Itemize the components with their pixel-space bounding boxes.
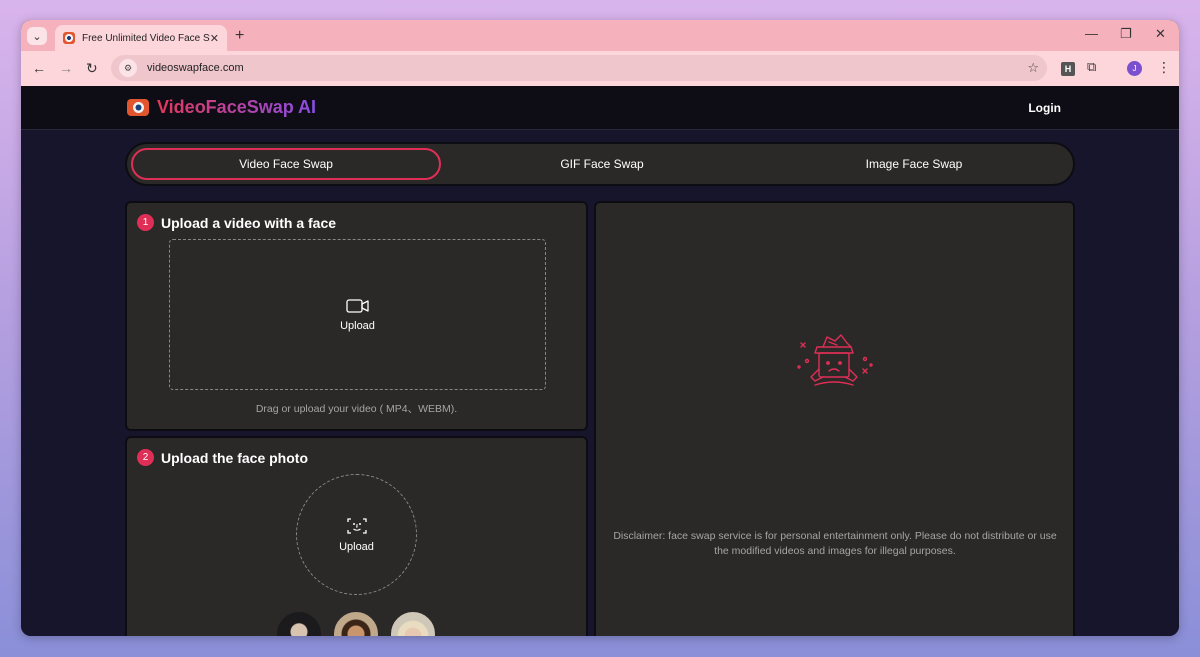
address-bar[interactable]: ⚙ videoswapface.com ☆ bbox=[111, 55, 1047, 81]
reload-icon[interactable]: ↻ bbox=[86, 60, 98, 77]
tab-title: Free Unlimited Video Face Swap bbox=[81, 32, 210, 44]
video-camera-icon bbox=[345, 298, 369, 313]
logo-icon[interactable] bbox=[127, 99, 149, 116]
sample-face-3[interactable] bbox=[389, 610, 437, 636]
tab-strip: ⌄ Free Unlimited Video Face Swap ✕ + — ❐… bbox=[21, 20, 1179, 51]
tab-label: Image Face Swap bbox=[865, 157, 963, 171]
profile-avatar[interactable]: J bbox=[1127, 61, 1142, 76]
url-text[interactable]: videoswapface.com bbox=[147, 62, 244, 74]
tab-label: GIF Face Swap bbox=[560, 157, 644, 171]
restore-icon[interactable]: ❐ bbox=[1120, 26, 1132, 42]
step-number: 1 bbox=[137, 214, 154, 231]
site-logo-text[interactable]: VideoFaceSwap AI bbox=[157, 97, 316, 118]
tab-image-face-swap[interactable]: Image Face Swap bbox=[759, 148, 1069, 180]
upload-label: Upload bbox=[339, 540, 374, 553]
step-title-text: Upload a video with a face bbox=[161, 214, 337, 231]
upload-label: Upload bbox=[340, 319, 375, 332]
browser-window: ⌄ Free Unlimited Video Face Swap ✕ + — ❐… bbox=[21, 20, 1179, 636]
vertical-dots-icon[interactable]: ⋮ bbox=[1157, 59, 1171, 76]
sample-face-1[interactable] bbox=[275, 610, 323, 636]
page: VideoFaceSwap AI Login Video Face Swap G… bbox=[21, 86, 1179, 636]
video-upload-dropzone[interactable]: Upload bbox=[169, 239, 546, 390]
favicon-icon bbox=[63, 32, 75, 44]
puzzle-icon[interactable]: ⧉ bbox=[1087, 59, 1096, 75]
tab-close-icon[interactable]: ✕ bbox=[210, 32, 219, 45]
browser-tab[interactable]: Free Unlimited Video Face Swap ✕ bbox=[55, 25, 227, 51]
new-tab-button[interactable]: + bbox=[235, 27, 244, 45]
step-title-text: Upload the face photo bbox=[161, 449, 308, 466]
back-arrow-icon[interactable]: ← bbox=[32, 60, 46, 76]
star-icon[interactable]: ☆ bbox=[1027, 60, 1039, 76]
tab-gif-face-swap[interactable]: GIF Face Swap bbox=[447, 148, 757, 180]
disclaimer-text: Disclaimer: face swap service is for per… bbox=[613, 530, 1057, 557]
tab-label: Video Face Swap bbox=[239, 157, 333, 171]
extension-h-icon[interactable]: H bbox=[1061, 62, 1075, 76]
face-scan-icon bbox=[346, 517, 367, 534]
empty-box-icon bbox=[797, 334, 873, 386]
minimize-icon[interactable]: — bbox=[1085, 26, 1098, 41]
login-link[interactable]: Login bbox=[1028, 101, 1061, 115]
result-card: Disclaimer: face swap service is for per… bbox=[594, 201, 1075, 636]
video-format-hint: Drag or upload your video ( MP4、WEBM). bbox=[255, 403, 458, 415]
site-header: VideoFaceSwap AI Login bbox=[21, 86, 1179, 130]
face-upload-dropzone[interactable]: Upload bbox=[296, 474, 417, 595]
close-icon[interactable]: ✕ bbox=[1155, 26, 1166, 42]
step-1-title: 1 Upload a video with a face bbox=[137, 214, 336, 231]
mode-selector: Video Face Swap GIF Face Swap Image Face… bbox=[125, 142, 1075, 186]
forward-arrow-icon[interactable]: → bbox=[59, 60, 73, 76]
step-number: 2 bbox=[137, 449, 154, 466]
tab-video-face-swap[interactable]: Video Face Swap bbox=[131, 148, 441, 180]
step-2-title: 2 Upload the face photo bbox=[137, 449, 308, 466]
upload-video-card: 1 Upload a video with a face Upload Drag… bbox=[125, 201, 588, 431]
browser-toolbar: ← → ↻ ⚙ videoswapface.com ☆ H ⧉ J ⋮ bbox=[21, 51, 1179, 86]
upload-face-card: 2 Upload the face photo Upload bbox=[125, 436, 588, 636]
sample-face-2[interactable] bbox=[332, 610, 380, 636]
chevron-down-icon[interactable]: ⌄ bbox=[27, 27, 47, 45]
site-info-icon[interactable]: ⚙ bbox=[119, 59, 137, 77]
